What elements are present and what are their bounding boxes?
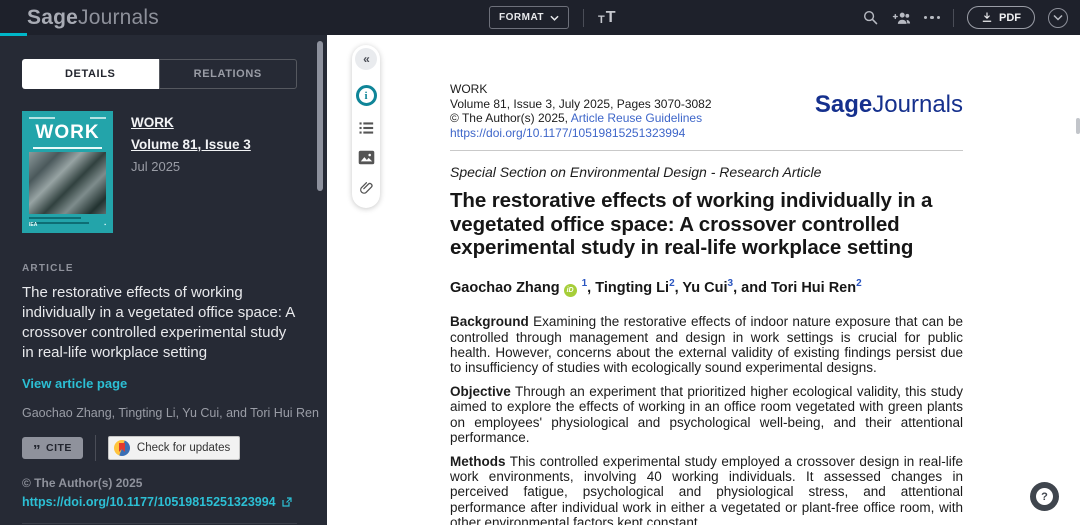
collapse-icon[interactable]: « [355,48,377,70]
issue-date: Jul 2025 [131,159,251,174]
details-sidebar: DETAILS RELATIONS WORK IEA ▪ WORK Volume… [0,35,327,525]
sage-journals-logo[interactable]: SageJournals [27,6,159,30]
author-name[interactable]: Tingting Li [595,279,669,295]
chevron-down-icon [1053,14,1063,21]
citation-journal: WORK [450,82,712,97]
sidebar-article-title: The restorative effects of working indiv… [22,283,297,363]
overflow-menu-icon[interactable] [924,16,941,20]
external-link-icon [281,496,293,508]
accent-underline [0,33,27,36]
abstract-paragraph: Background Examining the restorative eff… [450,314,963,375]
tab-details[interactable]: DETAILS [22,59,159,89]
citation-block: WORK Volume 81, Issue 3, July 2025, Page… [450,82,712,140]
sidebar-authors: Gaochao Zhang, Tingting Li, Yu Cui, and … [22,406,297,420]
author-name[interactable]: Yu Cui [682,279,727,295]
journal-info: WORK IEA ▪ WORK Volume 81, Issue 3 Jul 2… [22,111,297,233]
reader-toolbar: « i [352,45,380,208]
cover-title: WORK [29,122,106,144]
reuse-guidelines-link[interactable]: Article Reuse Guidelines [571,111,702,125]
paragraph-label: Background [450,314,529,329]
author-name[interactable]: Gaochao Zhang [450,279,560,295]
help-button[interactable]: ? [1030,482,1059,511]
abstract-paragraph: Methods This controlled experimental stu… [450,454,963,525]
abstract-paragraph: Objective Through an experiment that pri… [450,384,963,445]
cite-button[interactable]: ” CITE [22,437,83,459]
cover-art [29,152,106,214]
doi-link[interactable]: https://doi.org/10.1177/1051981525132399… [22,495,297,509]
divider [450,150,963,151]
text-size-button[interactable]: TT [598,10,616,26]
sage-journals-wordmark: SageJournals [815,91,963,140]
format-button[interactable]: FORMAT [489,6,569,29]
quote-icon: ” [33,447,41,455]
download-icon [981,11,993,24]
list-icon[interactable] [358,121,375,135]
article-content: WORK Volume 81, Issue 3, July 2025, Page… [450,82,963,525]
format-label: FORMAT [499,12,544,23]
sidebar-scrollbar[interactable] [317,41,323,191]
pdf-label: PDF [999,12,1021,24]
citation-doi-link[interactable]: https://doi.org/10.1177/1051981525132399… [450,126,712,141]
image-icon[interactable] [358,150,375,165]
journal-issue-link[interactable]: Volume 81, Issue 3 [131,137,251,152]
main-scrollbar[interactable] [1076,118,1080,134]
logo-bold: Sage [27,6,78,29]
divider [583,9,584,27]
citation-issue: Volume 81, Issue 3, July 2025, Pages 307… [450,97,712,112]
paragraph-label: Methods [450,454,506,469]
journal-cover[interactable]: WORK IEA ▪ [22,111,113,233]
copyright-text: © The Author(s) 2025 [22,476,297,490]
crossmark-icon [114,440,130,456]
section-label: Special Section on Environmental Design … [450,164,963,180]
format-group: FORMAT TT [489,0,616,35]
collapse-header-button[interactable] [1048,8,1068,28]
top-bar: SageJournals FORMAT TT PDF [0,0,1080,35]
divider [95,435,96,461]
tab-relations[interactable]: RELATIONS [159,59,298,89]
paragraph-label: Objective [450,384,511,399]
check-for-updates-button[interactable]: Check for updates [108,436,240,460]
info-icon[interactable]: i [356,85,377,106]
attachment-icon[interactable] [359,180,374,196]
citation-copyright: © The Author(s) 2025, [450,111,571,125]
orcid-icon[interactable]: iD [564,284,577,297]
article-title: The restorative effects of working indiv… [450,189,963,260]
journal-name-link[interactable]: WORK [131,115,251,130]
topbar-actions: PDF [862,0,1069,35]
sidebar-tabs: DETAILS RELATIONS [22,59,297,89]
authors-line: Gaochao ZhangiD 1, Tingting Li2, Yu Cui3… [450,278,963,298]
view-article-page-link[interactable]: View article page [22,376,297,391]
search-icon[interactable] [862,9,879,26]
question-mark-icon: ? [1036,488,1053,505]
affiliation-ref[interactable]: 2 [856,278,862,289]
article-viewer: « i WORK Volume 81, Issue 3, July 2025, … [327,35,1080,525]
chevron-down-icon [550,15,559,21]
author-name[interactable]: Tori Hui Ren [771,279,856,295]
divider [953,9,954,27]
divider [22,523,297,524]
logo-regular: Journals [78,6,159,29]
article-type-label: ARTICLE [22,263,297,274]
add-people-icon[interactable] [892,10,911,26]
pdf-download-button[interactable]: PDF [967,6,1035,29]
